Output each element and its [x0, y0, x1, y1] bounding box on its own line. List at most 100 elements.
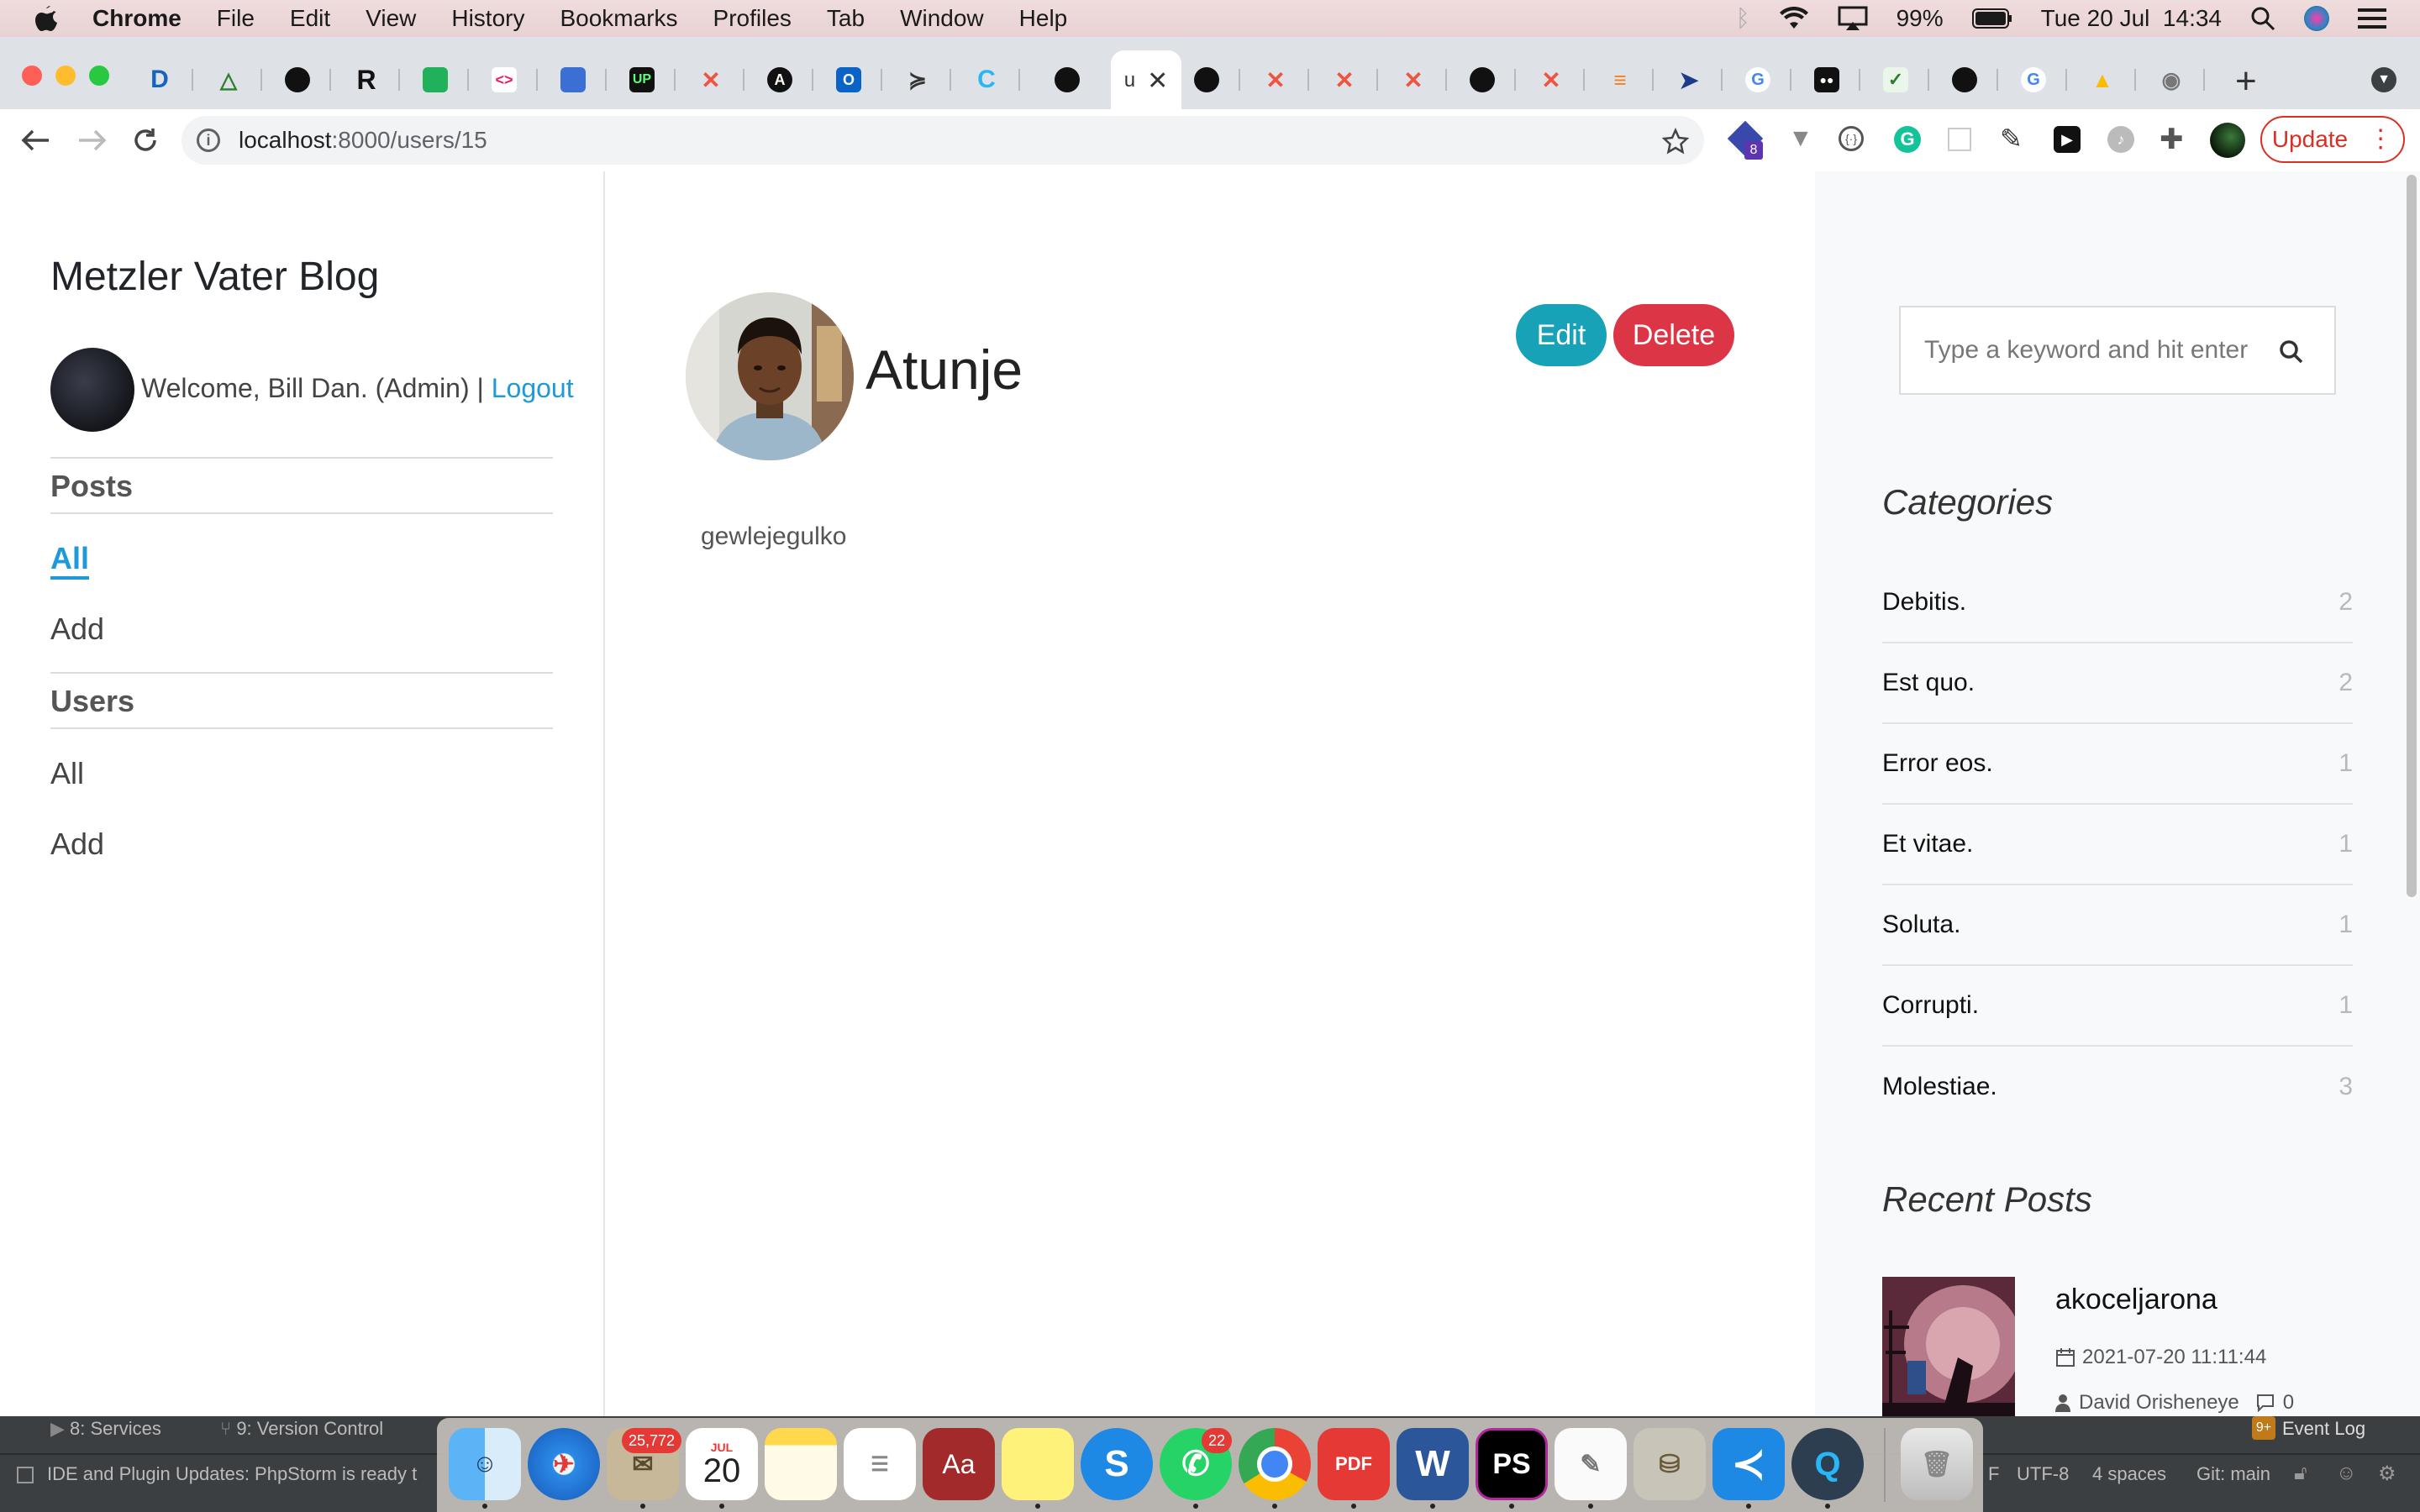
tab-github-1[interactable]: [264, 50, 331, 109]
tab-github-4[interactable]: [1449, 50, 1516, 109]
menu-help[interactable]: Help: [1019, 5, 1068, 32]
tab-laravel-3[interactable]: ✕: [1311, 50, 1378, 109]
users-all-link[interactable]: All: [50, 756, 84, 791]
menu-history[interactable]: History: [451, 5, 524, 32]
tab-outlook[interactable]: O: [815, 50, 882, 109]
control-center-icon[interactable]: [2358, 7, 2386, 30]
tab-google-2[interactable]: G: [2000, 50, 2067, 109]
ide-services-tab[interactable]: ▶ 8: Services: [50, 1418, 161, 1440]
apple-menu-icon[interactable]: [34, 4, 59, 33]
search-input[interactable]: [1923, 335, 2262, 365]
dictionary-icon[interactable]: Aa: [923, 1428, 995, 1500]
bookmark-star-icon[interactable]: [1662, 128, 1689, 155]
menu-app-name[interactable]: Chrome: [92, 5, 182, 32]
tab-search-chevron-icon[interactable]: ▼: [2371, 67, 2396, 92]
notes-icon[interactable]: [765, 1428, 837, 1500]
menu-profiles[interactable]: Profiles: [713, 5, 792, 32]
menu-window[interactable]: Window: [900, 5, 984, 32]
grammarly-icon[interactable]: G: [1894, 126, 1921, 153]
new-tab-button[interactable]: +: [2235, 60, 2257, 102]
battery-icon[interactable]: [1971, 8, 2012, 29]
window-minimize-button[interactable]: [55, 66, 76, 86]
posts-add-link[interactable]: Add: [50, 612, 104, 647]
recent-post-thumbnail[interactable]: [1882, 1277, 2015, 1416]
tab-nuxt[interactable]: △: [195, 50, 262, 109]
tab-drive[interactable]: ▲: [2069, 50, 2136, 109]
tab-d[interactable]: D: [126, 50, 193, 109]
logout-link[interactable]: Logout: [492, 373, 574, 403]
pdf-reader-icon[interactable]: PDF: [1318, 1428, 1390, 1500]
category-item[interactable]: Soluta. 1: [1882, 885, 2353, 966]
profile-avatar-icon[interactable]: [2210, 123, 2245, 158]
ide-version-control-tab[interactable]: ⑂ 9: Version Control: [220, 1418, 383, 1440]
tab-a[interactable]: A: [746, 50, 813, 109]
stickies-icon[interactable]: [1002, 1428, 1074, 1500]
tab-c[interactable]: C: [953, 50, 1020, 109]
ide-update-message[interactable]: IDE and Plugin Updates: PhpStorm is read…: [17, 1463, 417, 1485]
menu-tab[interactable]: Tab: [827, 5, 865, 32]
extensions-puzzle-icon[interactable]: ✚: [2160, 123, 2184, 156]
edit-user-button[interactable]: Edit: [1516, 304, 1607, 366]
category-item[interactable]: Est quo. 2: [1882, 643, 2353, 724]
site-info-icon[interactable]: i: [197, 129, 220, 152]
recent-post-title[interactable]: akoceljarona: [2055, 1284, 2217, 1316]
ide-git-branch[interactable]: Git: main: [2196, 1463, 2270, 1485]
reminders-icon[interactable]: ☰: [844, 1428, 916, 1500]
sequel-icon[interactable]: ⛁: [1634, 1428, 1706, 1500]
trash-icon[interactable]: 🗑︎: [1901, 1428, 1973, 1500]
extension-grid-icon[interactable]: [1948, 128, 1971, 151]
simplenote-icon[interactable]: S: [1081, 1428, 1153, 1500]
tab-github-2[interactable]: [1034, 50, 1101, 109]
menu-file[interactable]: File: [217, 5, 255, 32]
tab-code[interactable]: <>: [471, 50, 538, 109]
address-bar[interactable]: i localhost:8000/users/15: [182, 116, 1704, 165]
vscode-icon[interactable]: ≺: [1712, 1428, 1785, 1500]
tab-active[interactable]: u ✕: [1111, 50, 1181, 111]
tab-laravel-4[interactable]: ✕: [1380, 50, 1447, 109]
users-add-link[interactable]: Add: [50, 827, 104, 862]
json-viewer-icon[interactable]: {·}: [1839, 126, 1864, 151]
lock-icon[interactable]: 🔓︎: [2294, 1462, 2307, 1485]
settings-gear-icon[interactable]: ⚙: [2378, 1462, 2396, 1486]
window-close-button[interactable]: [22, 66, 42, 86]
tab-check[interactable]: ✓: [1862, 50, 1929, 109]
ide-encoding[interactable]: UTF-8: [2017, 1463, 2069, 1485]
tab-r[interactable]: R: [333, 50, 400, 109]
blog-title[interactable]: Metzler Vater Blog: [50, 254, 379, 300]
phpstorm-icon[interactable]: PS: [1476, 1428, 1548, 1500]
music-icon[interactable]: ♪: [2107, 126, 2134, 153]
event-log-tab[interactable]: Event Log: [2282, 1418, 2365, 1440]
reload-icon[interactable]: [131, 126, 160, 155]
spotlight-icon[interactable]: [2250, 6, 2275, 31]
quicktime-icon[interactable]: Q: [1791, 1428, 1864, 1500]
finder-icon[interactable]: ☺: [449, 1428, 521, 1500]
tab-green[interactable]: [402, 50, 469, 109]
category-item[interactable]: Et vitae. 1: [1882, 805, 2353, 885]
category-item[interactable]: Error eos. 1: [1882, 724, 2353, 805]
tab-card[interactable]: [539, 50, 607, 109]
menubar-clock[interactable]: Tue 20 Jul 14:34: [2041, 5, 2222, 32]
category-item[interactable]: Debitis. 2: [1882, 563, 2353, 643]
play-icon[interactable]: ▶: [2054, 126, 2081, 153]
bluetooth-icon[interactable]: ᛒ: [1736, 5, 1750, 32]
tab-google-1[interactable]: G: [1724, 50, 1791, 109]
category-item[interactable]: Corrupti. 1: [1882, 966, 2353, 1047]
chrome-icon[interactable]: [1239, 1428, 1311, 1500]
siri-icon[interactable]: [2304, 6, 2329, 31]
menu-edit[interactable]: Edit: [290, 5, 330, 32]
tab-github-5[interactable]: [1931, 50, 1998, 109]
tab-camera[interactable]: ◉: [2138, 50, 2205, 109]
forward-arrow-icon[interactable]: [77, 128, 108, 153]
inspector-icon[interactable]: ☺: [2336, 1462, 2357, 1485]
tab-send[interactable]: ➤: [1655, 50, 1723, 109]
window-zoom-button[interactable]: [89, 66, 109, 86]
textedit-icon[interactable]: ✎: [1555, 1428, 1627, 1500]
address-url[interactable]: localhost:8000/users/15: [239, 127, 487, 154]
back-arrow-icon[interactable]: [20, 128, 50, 153]
tab-github-3[interactable]: [1173, 50, 1240, 109]
calendar-icon[interactable]: JUL 20: [686, 1428, 758, 1500]
tab-laravel-2[interactable]: ✕: [1242, 50, 1309, 109]
ide-indent[interactable]: 4 spaces: [2092, 1463, 2166, 1485]
page-scrollbar[interactable]: [2407, 175, 2417, 897]
word-icon[interactable]: W: [1397, 1428, 1469, 1500]
